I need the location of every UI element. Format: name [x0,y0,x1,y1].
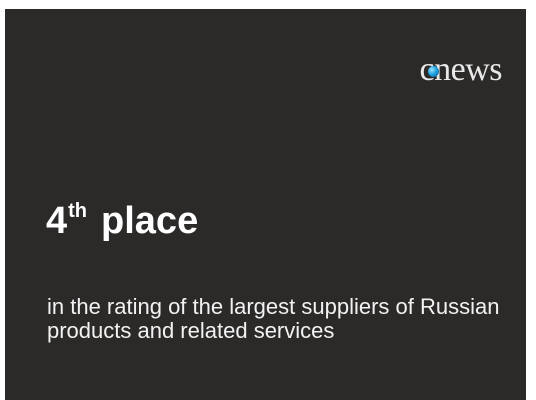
ordinal-suffix: th [68,200,88,222]
place-number: 4 [46,200,68,242]
rating-description: in the rating of the largest suppliers o… [47,294,500,343]
place-word: place [101,200,199,242]
cnews-logo: c news [420,51,503,88]
logo-c-letter: c [420,53,439,87]
place-headline: 4th place [46,201,198,240]
globe-icon [427,66,439,77]
logo-news-text: news [434,51,502,88]
award-card: c news 4th place in the rating of the lar… [5,9,526,400]
